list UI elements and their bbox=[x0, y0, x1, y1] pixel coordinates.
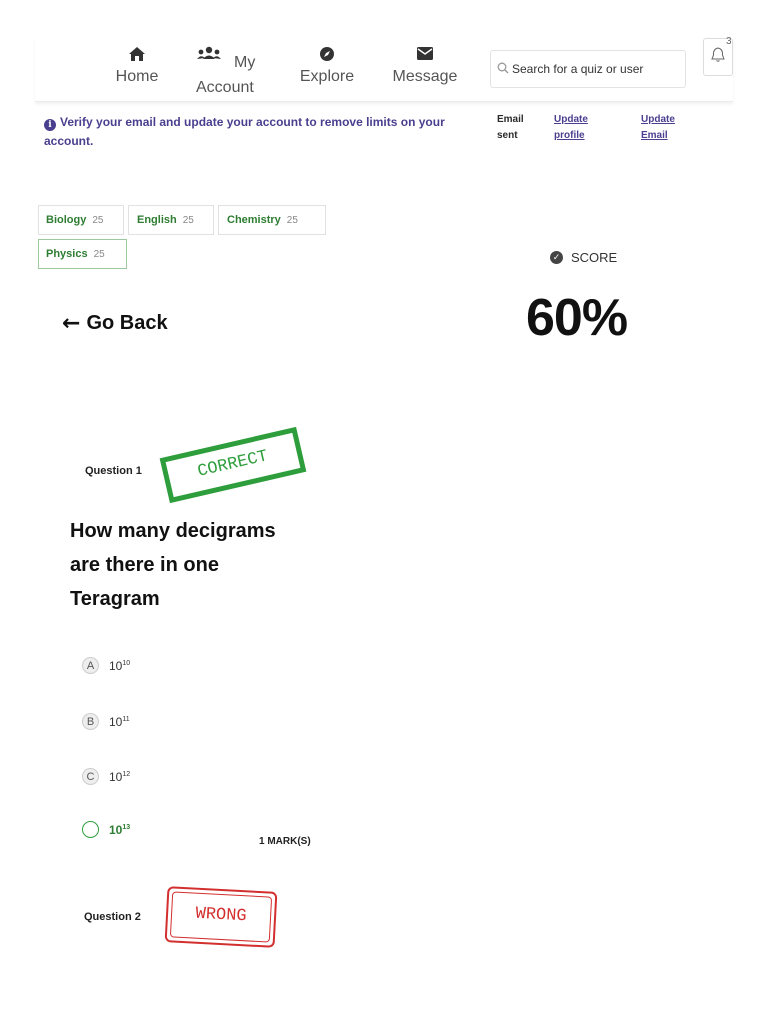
nav-home-label: Home bbox=[115, 68, 159, 85]
subject-count: 25 bbox=[286, 214, 298, 226]
compass-icon bbox=[297, 46, 357, 66]
arrow-left-icon: ← bbox=[62, 311, 81, 336]
bell-icon bbox=[711, 46, 725, 68]
info-icon: i bbox=[44, 119, 56, 131]
go-back-label: Go Back bbox=[86, 312, 168, 334]
search-icon bbox=[497, 62, 509, 77]
notification-count: 3 bbox=[726, 36, 732, 47]
subject-tab-english[interactable]: English 25 bbox=[128, 205, 214, 235]
envelope-icon bbox=[390, 46, 460, 66]
option-c[interactable]: C 1012 bbox=[82, 768, 130, 785]
option-d-correct[interactable]: 1013 bbox=[82, 821, 130, 838]
question-2-label: Question 2 bbox=[84, 911, 141, 923]
nav-account-label: Account bbox=[196, 79, 254, 96]
nav-message-label: Message bbox=[392, 68, 458, 85]
score-label: ✓ SCORE bbox=[550, 250, 617, 265]
go-back-button[interactable]: ← Go Back bbox=[62, 311, 168, 336]
nav-my-account[interactable]: My Account bbox=[193, 46, 259, 96]
verify-message: Verify your email and update your accoun… bbox=[44, 115, 445, 148]
subject-name: Biology bbox=[46, 214, 87, 226]
nav-home[interactable]: Home bbox=[107, 46, 167, 86]
subject-tab-chemistry[interactable]: Chemistry 25 bbox=[218, 205, 326, 235]
nav-my-label: My bbox=[234, 54, 256, 71]
score-label-text: SCORE bbox=[571, 250, 618, 265]
option-letter: C bbox=[82, 768, 99, 785]
search-box[interactable] bbox=[490, 50, 686, 88]
nav-explore[interactable]: Explore bbox=[297, 46, 357, 86]
subject-count: 25 bbox=[93, 248, 105, 260]
email-sent-status: Email sent bbox=[497, 114, 524, 141]
update-email-link[interactable]: Update Email bbox=[641, 112, 691, 144]
top-navigation: Home My Account Explore Message bbox=[35, 38, 733, 102]
nav-explore-label: Explore bbox=[299, 68, 355, 85]
subject-name: English bbox=[137, 214, 177, 226]
question-1-label: Question 1 bbox=[85, 465, 142, 477]
option-b[interactable]: B 1011 bbox=[82, 713, 130, 730]
subject-tab-biology[interactable]: Biology 25 bbox=[38, 205, 124, 235]
nav-message[interactable]: Message bbox=[390, 46, 460, 86]
subject-count: 25 bbox=[92, 214, 104, 226]
option-value: 1012 bbox=[109, 769, 131, 784]
subject-count: 25 bbox=[182, 214, 194, 226]
score-value: 60% bbox=[526, 289, 628, 347]
option-value: 1010 bbox=[109, 658, 131, 673]
option-value: 1013 bbox=[109, 822, 131, 837]
verify-email-notice: i Verify your email and update your accou… bbox=[44, 113, 484, 151]
subject-tab-physics[interactable]: Physics 25 bbox=[38, 239, 127, 269]
option-value: 1011 bbox=[109, 714, 130, 729]
search-input[interactable] bbox=[512, 62, 672, 76]
option-letter: B bbox=[82, 713, 99, 730]
check-circle-icon: ✓ bbox=[550, 251, 563, 264]
home-icon bbox=[107, 46, 167, 66]
subject-name: Chemistry bbox=[227, 214, 281, 226]
question-1-text: How many decigrams are there in one Tera… bbox=[70, 520, 276, 610]
option-a[interactable]: A 1010 bbox=[82, 657, 130, 674]
subject-name: Physics bbox=[46, 248, 88, 260]
update-profile-link[interactable]: Update profile bbox=[554, 112, 604, 144]
question-marks: 1 MARK(S) bbox=[259, 836, 311, 847]
correct-stamp: CORRECT bbox=[159, 426, 307, 504]
option-letter: A bbox=[82, 657, 99, 674]
wrong-stamp: WRONG bbox=[164, 886, 278, 948]
correct-option-ring bbox=[82, 821, 99, 838]
